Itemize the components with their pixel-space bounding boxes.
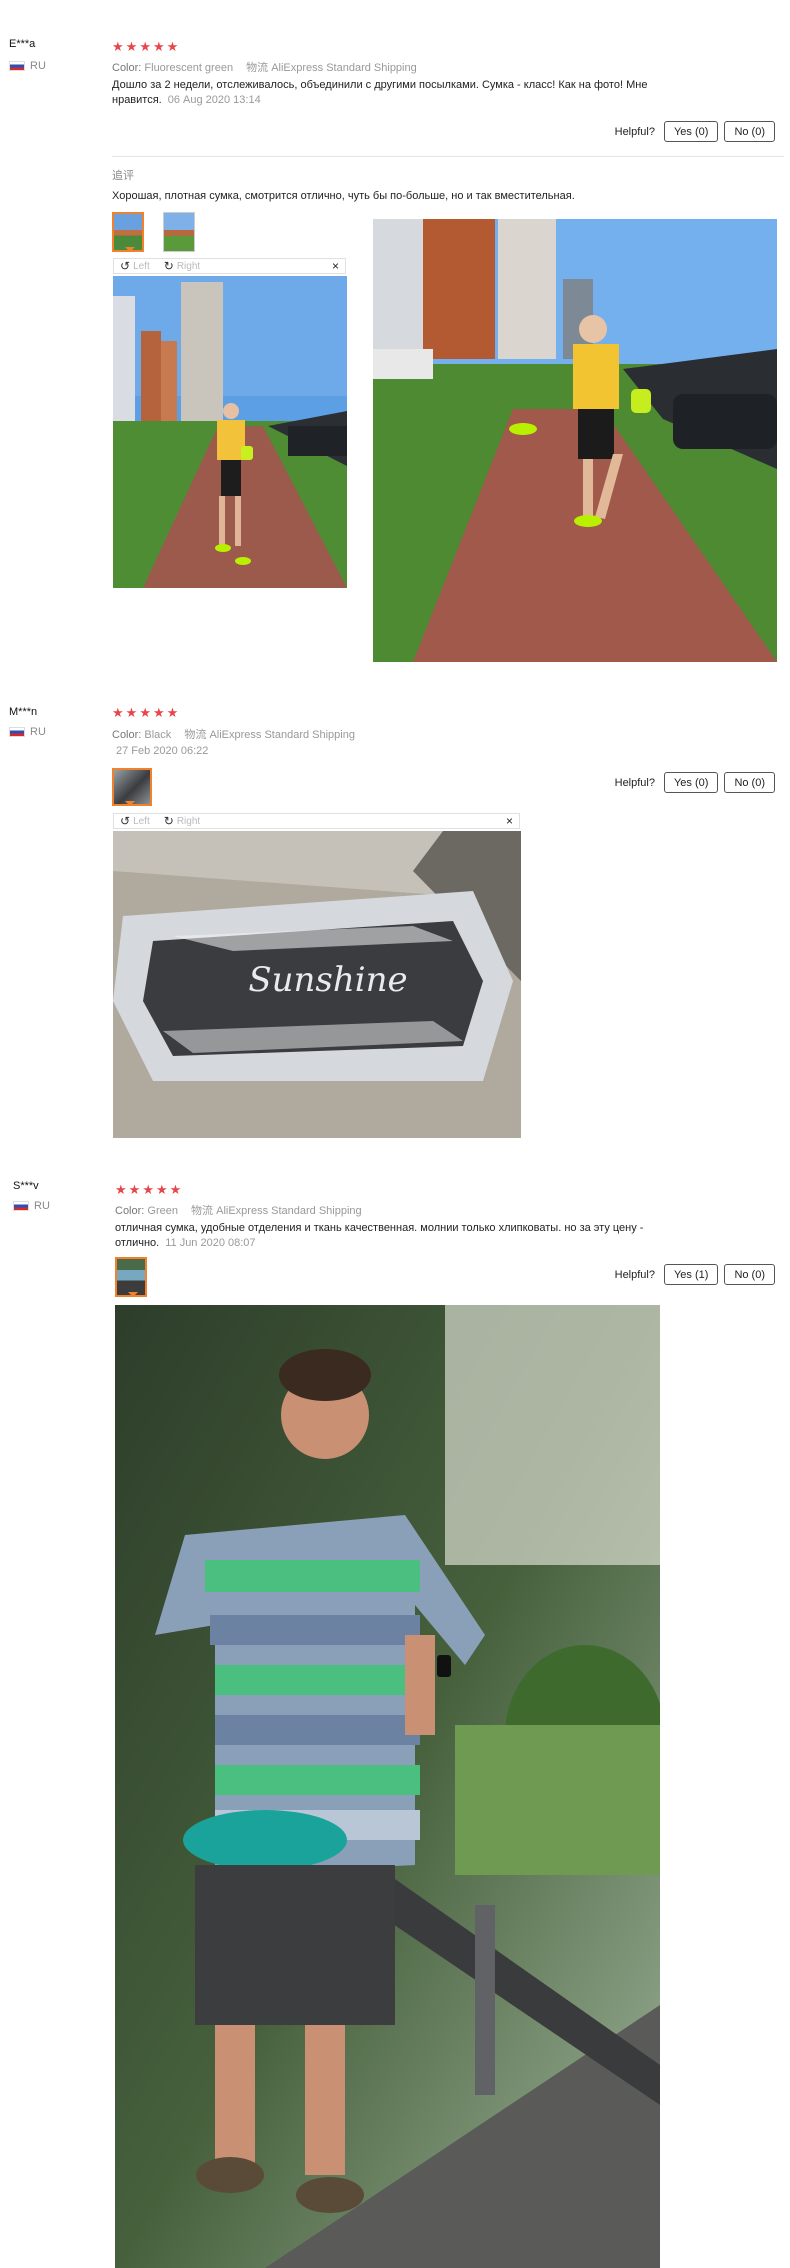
review-date: 06 Aug 2020 13:14 — [167, 94, 261, 106]
star-icon: ★ — [125, 705, 138, 720]
image-viewer-toolbar: ↺ Left ↻ Right × — [113, 258, 346, 274]
shipping-value: AliExpress Standard Shipping — [209, 729, 355, 741]
helpful-yes-button[interactable]: Yes (0) — [663, 772, 719, 793]
helpful-yes-button[interactable]: Yes (0) — [663, 121, 719, 142]
star-icon: ★ — [115, 1182, 127, 1197]
helpful-vote: Helpful? Yes (0) No (0) — [615, 121, 775, 142]
star-icon: ★ — [152, 705, 165, 720]
rotate-left-label: Left — [133, 260, 150, 272]
rotate-left-icon: ↺ — [120, 259, 131, 273]
helpful-label: Helpful? — [614, 125, 655, 138]
bag-brand-text: Sunshine — [248, 960, 407, 1000]
color-label: Color: — [112, 729, 142, 741]
helpful-label: Helpful? — [614, 1268, 655, 1281]
rotate-left-button[interactable]: ↺ Left — [120, 259, 150, 273]
helpful-no-button[interactable]: No (0) — [724, 772, 775, 793]
rotate-right-button[interactable]: ↻ Right — [164, 259, 200, 273]
star-icon: ★ — [139, 705, 151, 720]
rotate-left-label: Left — [133, 815, 150, 827]
review-meta: Color: Green 物流 AliExpress Standard Ship… — [115, 1202, 362, 1218]
photo-thumbnail[interactable] — [115, 1257, 147, 1297]
color-label: Color: — [112, 62, 142, 74]
star-icon: ★ — [128, 1182, 141, 1197]
rotate-right-label: Right — [176, 260, 201, 272]
reviewer-country: RU — [9, 726, 46, 738]
review-date: 27 Feb 2020 06:22 — [116, 745, 209, 757]
star-icon: ★ — [166, 705, 179, 720]
shipping-label: 物流 — [184, 729, 207, 741]
star-icon: ★ — [152, 39, 165, 54]
review-photo[interactable]: Sunshine — [113, 831, 521, 1138]
reviewer-name: M***n — [9, 706, 38, 718]
star-icon: ★ — [166, 39, 179, 54]
reviewer-name: E***a — [9, 38, 36, 50]
star-rating: ★ ★ ★ ★ ★ — [112, 40, 178, 53]
review-1: E***a RU ★ ★ ★ ★ ★ Color: Fluorescent gr… — [0, 0, 790, 680]
star-rating: ★ ★ ★ ★ ★ — [112, 706, 178, 719]
rotate-right-icon: ↻ — [163, 259, 174, 273]
review-date: 11 Jun 2020 08:07 — [165, 1237, 256, 1249]
star-icon: ★ — [125, 39, 138, 54]
color-label: Color: — [115, 1205, 145, 1217]
star-rating: ★ ★ ★ ★ ★ — [115, 1183, 181, 1196]
helpful-no-button[interactable]: No (0) — [724, 1264, 775, 1285]
star-icon: ★ — [142, 1182, 154, 1197]
additional-feedback-title: 追评 — [112, 170, 134, 182]
review-photo[interactable] — [113, 276, 347, 588]
russia-flag-icon — [9, 61, 25, 71]
star-icon: ★ — [169, 1182, 182, 1197]
photo-man-with-bag — [115, 1305, 660, 2268]
photo-thumbnail[interactable] — [112, 212, 144, 252]
reviewer-country: RU — [9, 60, 46, 72]
helpful-yes-button[interactable]: Yes (1) — [663, 1264, 719, 1285]
review-meta: Color: Fluorescent green 物流 AliExpress S… — [112, 59, 417, 75]
russia-flag-icon — [9, 727, 25, 737]
shipping-label: 物流 — [191, 1205, 214, 1217]
review-3: S***v RU ★ ★ ★ ★ ★ Color: Green 物流 AliEx… — [0, 1150, 790, 2268]
photo-thumbnail[interactable] — [112, 768, 152, 806]
country-code: RU — [30, 726, 46, 738]
review-text: Дошло за 2 недели, отслеживалось, объеди… — [112, 78, 672, 108]
star-icon: ★ — [112, 705, 124, 720]
color-value: Green — [147, 1205, 178, 1217]
shipping-value: AliExpress Standard Shipping — [271, 62, 417, 74]
photo-street-woman-large — [373, 219, 777, 662]
color-value: Fluorescent green — [144, 62, 234, 74]
rotate-right-icon: ↻ — [163, 814, 174, 828]
reviewer-country: RU — [13, 1200, 50, 1212]
close-icon[interactable]: × — [332, 259, 339, 273]
helpful-label: Helpful? — [614, 776, 655, 789]
photo-street-woman — [113, 276, 347, 588]
rotate-left-button[interactable]: ↺ Left — [120, 814, 150, 828]
helpful-no-button[interactable]: No (0) — [724, 121, 775, 142]
helpful-vote: Helpful? Yes (0) No (0) — [615, 772, 775, 793]
color-value: Black — [144, 729, 172, 741]
rotate-left-icon: ↺ — [120, 814, 131, 828]
review-photo[interactable] — [115, 1305, 660, 2268]
country-code: RU — [30, 60, 46, 72]
reviewer-name: S***v — [13, 1180, 39, 1192]
photo-thumbnail[interactable] — [163, 212, 195, 252]
photo-packaged-bag: Sunshine — [113, 831, 521, 1138]
shipping-label: 物流 — [246, 62, 269, 74]
review-2: M***n RU ★ ★ ★ ★ ★ Color: Black 物流 AliEx… — [0, 680, 790, 1150]
image-viewer-toolbar: ↺ Left ↻ Right × — [113, 813, 520, 829]
additional-feedback-text: Хорошая, плотная сумка, смотрится отличн… — [112, 190, 575, 202]
rotate-right-button[interactable]: ↻ Right — [164, 814, 200, 828]
review-text: отличная сумка, удобные отделения и ткан… — [115, 1221, 675, 1251]
star-icon: ★ — [139, 39, 151, 54]
shipping-value: AliExpress Standard Shipping — [216, 1205, 362, 1217]
divider — [112, 156, 784, 157]
russia-flag-icon — [13, 1201, 29, 1211]
review-photo-large[interactable] — [373, 219, 777, 662]
close-icon[interactable]: × — [506, 814, 513, 828]
country-code: RU — [34, 1200, 50, 1212]
rotate-right-label: Right — [176, 815, 201, 827]
star-icon: ★ — [155, 1182, 168, 1197]
helpful-vote: Helpful? Yes (1) No (0) — [615, 1264, 775, 1285]
star-icon: ★ — [112, 39, 124, 54]
review-meta: Color: Black 物流 AliExpress Standard Ship… — [112, 726, 355, 742]
